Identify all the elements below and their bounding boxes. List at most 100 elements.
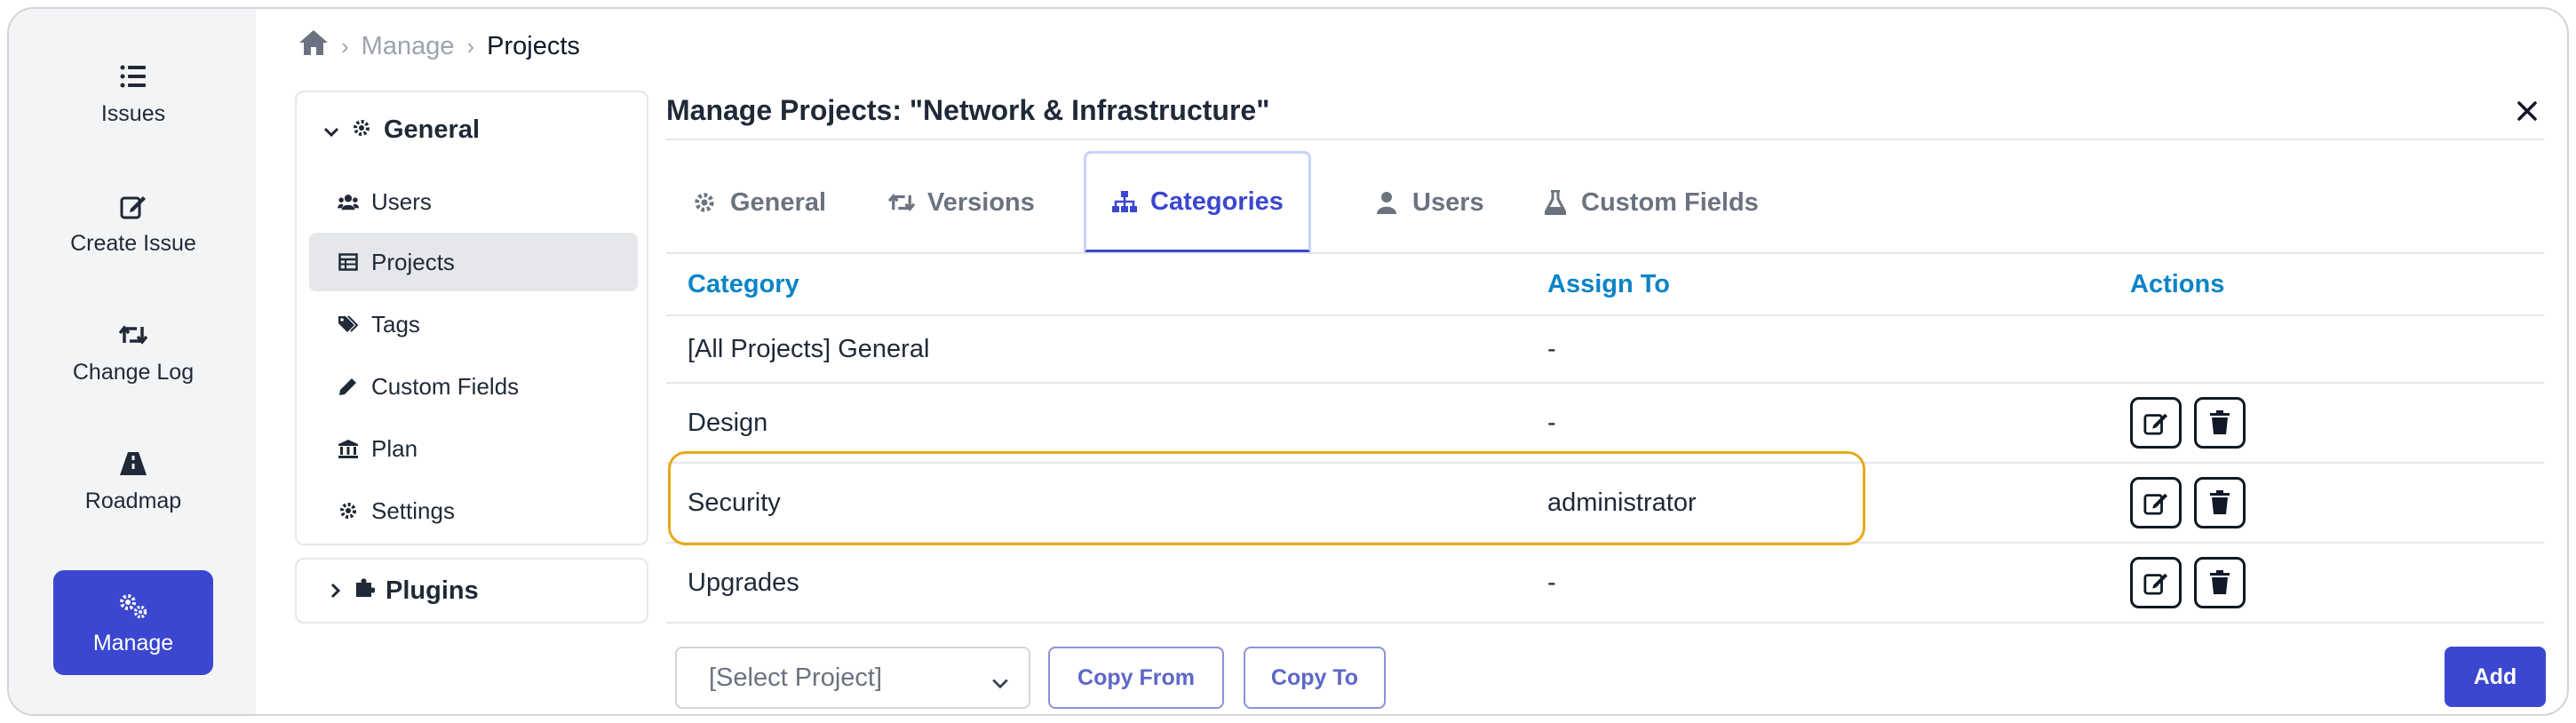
menu-item-label: Projects: [371, 248, 455, 275]
menu-item-label: Tags: [371, 310, 420, 338]
tab-custom-fields[interactable]: Custom Fields: [1517, 151, 1784, 254]
menu-item-label: Custom Fields: [371, 372, 520, 400]
home-icon[interactable]: [298, 29, 329, 63]
menu-item-projects[interactable]: Projects: [309, 233, 638, 291]
breadcrumb: › Manage › Projects: [298, 28, 580, 64]
chevron-down-icon: [323, 115, 341, 145]
chevron-down-icon: [991, 668, 1009, 697]
rail-item-roadmap[interactable]: Roadmap: [53, 428, 213, 533]
user-icon: [1373, 189, 1400, 216]
category-cell: [All Projects] General: [688, 334, 930, 363]
chevron-right-icon: ›: [466, 32, 475, 60]
rail-item-issues[interactable]: Issues: [53, 41, 213, 146]
chevron-right-icon: [330, 576, 341, 606]
tab-label: Users: [1412, 187, 1484, 217]
settings-menu: General Users Projects Tags Custom Field…: [295, 91, 648, 545]
column-header-assign-to[interactable]: Assign To: [1547, 270, 1670, 299]
edit-icon: [2143, 573, 2168, 595]
sitemap-icon: [1111, 188, 1138, 215]
table-header-row: Category Assign To Actions: [666, 254, 2544, 316]
edit-icon: [117, 190, 149, 222]
menu-item-settings[interactable]: Settings: [309, 481, 638, 540]
rail-item-label: Manage: [92, 630, 174, 655]
delete-button[interactable]: [2194, 477, 2246, 528]
row-actions: [2130, 477, 2246, 528]
menu-item-label: Users: [371, 187, 432, 215]
menu-item-plan[interactable]: Plan: [309, 419, 638, 478]
side-rail: Issues Create Issue Change Log Roadmap M…: [9, 9, 256, 714]
delete-button[interactable]: [2194, 397, 2246, 449]
tab-general[interactable]: General: [666, 151, 851, 254]
puzzle-icon: [354, 576, 376, 606]
plugins-label: Plugins: [386, 576, 479, 605]
menu-section-plugins[interactable]: Plugins: [295, 558, 648, 624]
edit-button[interactable]: [2130, 397, 2182, 449]
table-row: [All Projects] General -: [666, 316, 2544, 384]
tab-label: Categories: [1150, 187, 1284, 216]
menu-item-tags[interactable]: Tags: [309, 295, 638, 354]
column-header-actions: Actions: [2130, 269, 2225, 298]
tab-label: Custom Fields: [1581, 187, 1759, 217]
bank-icon: [338, 438, 359, 459]
trash-icon: [2210, 490, 2230, 514]
table-icon: [338, 251, 359, 273]
edit-button[interactable]: [2130, 477, 2182, 528]
assign-to-cell: administrator: [1547, 488, 1697, 517]
tab-users[interactable]: Users: [1348, 151, 1509, 254]
chevron-right-icon: ›: [341, 32, 349, 60]
tab-categories[interactable]: Categories: [1084, 151, 1311, 254]
table-row: Design -: [666, 384, 2544, 464]
table-row: Upgrades -: [666, 544, 2544, 624]
project-select-value: [Select Project]: [709, 663, 883, 692]
rail-item-label: Change Log: [72, 359, 195, 385]
cogs-icon: [117, 590, 149, 622]
menu-section-label: General: [384, 115, 480, 144]
menu-section-general[interactable]: General: [323, 115, 480, 145]
row-actions: [2130, 397, 2246, 449]
rail-item-label: Issues: [100, 100, 166, 126]
assign-to-cell: -: [1547, 334, 1556, 363]
tab-label: General: [730, 187, 826, 217]
flask-icon: [1542, 189, 1569, 216]
panel-title: Manage Projects: "Network & Infrastructu…: [666, 94, 1270, 126]
project-select[interactable]: [Select Project]: [675, 647, 1030, 709]
app-window: Issues Create Issue Change Log Roadmap M…: [7, 7, 2569, 716]
categories-table: Category Assign To Actions [All Projects…: [666, 254, 2544, 624]
rail-item-create-issue[interactable]: Create Issue: [53, 171, 213, 275]
rail-item-manage[interactable]: Manage: [53, 570, 213, 675]
category-cell: Design: [688, 408, 768, 437]
list-icon: [117, 60, 149, 92]
users-icon: [338, 191, 359, 212]
assign-to-cell: -: [1547, 408, 1556, 437]
trash-icon: [2210, 410, 2230, 434]
table-row-highlighted: Security administrator: [666, 464, 2544, 544]
tab-label: Versions: [927, 187, 1035, 217]
tab-versions[interactable]: Versions: [863, 151, 1060, 254]
menu-item-custom-fields[interactable]: Custom Fields: [309, 357, 638, 416]
gear-icon: [691, 189, 718, 216]
road-icon: [117, 448, 149, 480]
breadcrumb-manage[interactable]: Manage: [362, 32, 455, 61]
gear-icon: [338, 500, 359, 521]
edit-button[interactable]: [2130, 557, 2182, 608]
delete-button[interactable]: [2194, 557, 2246, 608]
divider: [666, 139, 2544, 140]
close-icon[interactable]: [2512, 96, 2542, 126]
menu-item-label: Settings: [371, 497, 455, 524]
trash-icon: [2210, 570, 2230, 594]
menu-item-label: Plan: [371, 434, 418, 462]
edit-icon: [2143, 413, 2168, 435]
column-header-category[interactable]: Category: [688, 270, 799, 299]
copy-from-button[interactable]: Copy From: [1048, 647, 1224, 709]
rail-item-label: Roadmap: [84, 488, 182, 513]
menu-item-users[interactable]: Users: [309, 172, 638, 231]
add-button[interactable]: Add: [2445, 647, 2546, 707]
pencil-icon: [338, 376, 359, 397]
rail-item-change-log[interactable]: Change Log: [53, 299, 213, 404]
retweet-icon: [888, 189, 915, 216]
retweet-icon: [117, 319, 149, 351]
assign-to-cell: -: [1547, 568, 1556, 597]
breadcrumb-projects: Projects: [487, 31, 580, 60]
copy-to-button[interactable]: Copy To: [1244, 647, 1386, 709]
tab-bar: General Versions Categories Users Custom…: [666, 151, 2544, 254]
